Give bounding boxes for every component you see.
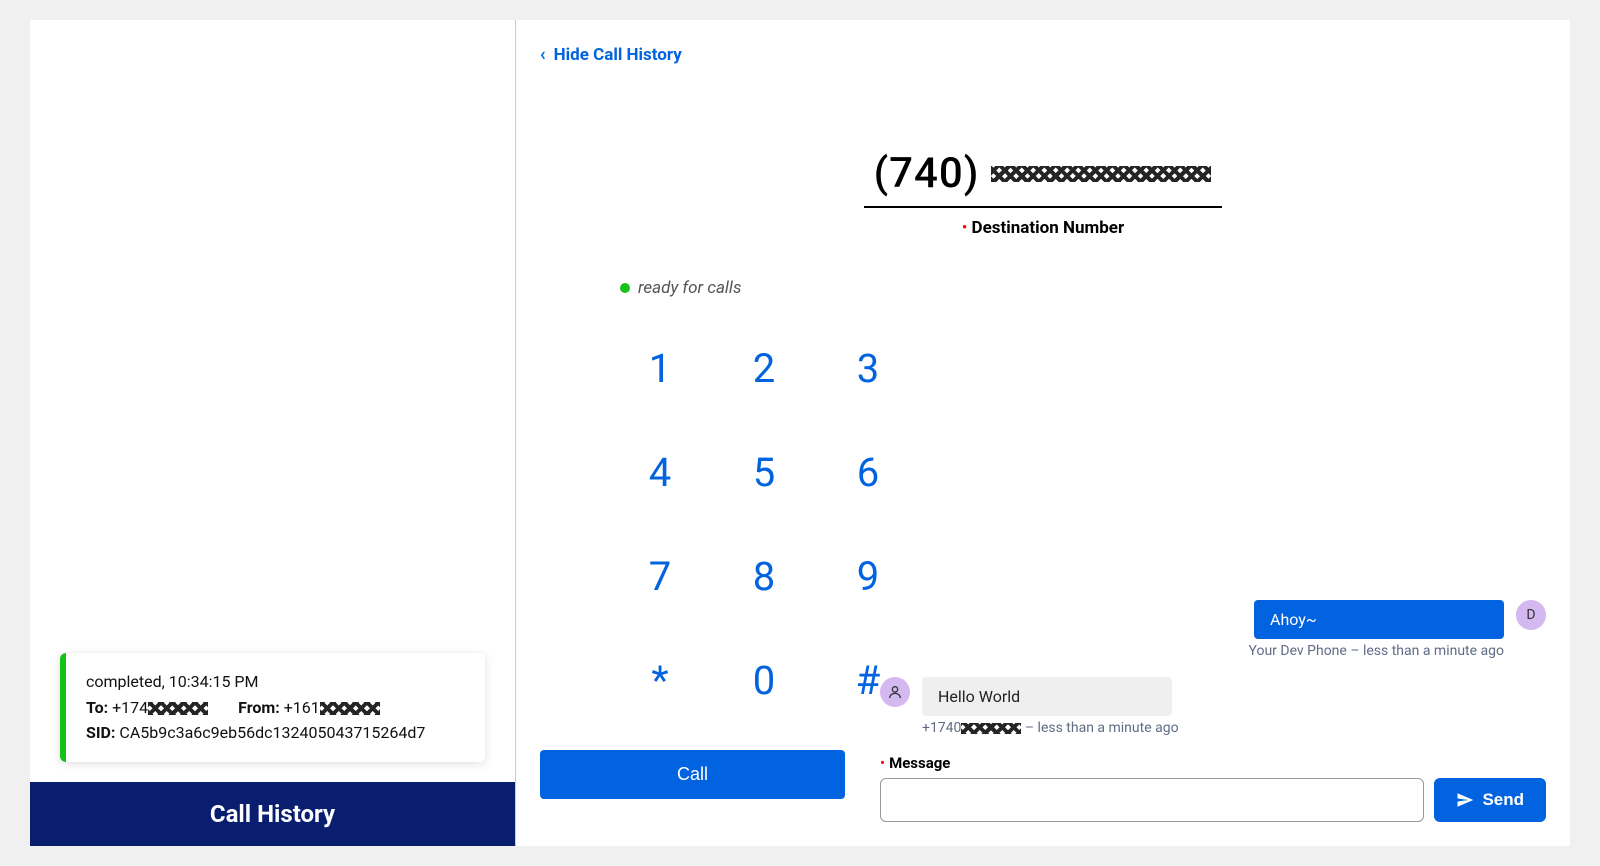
received-message-bubble: Hello World <box>922 677 1172 716</box>
redacted-destination <box>991 166 1211 182</box>
sent-message-row: Ahoy~ D <box>880 600 1546 639</box>
sent-message-meta: Your Dev Phone – less than a minute ago <box>880 643 1546 659</box>
message-input[interactable] <box>880 778 1424 822</box>
to-value: +174 <box>112 698 148 717</box>
avatar-sent: D <box>1516 600 1546 630</box>
call-history-panel: completed, 10:34:15 PM To: +174 From: +1… <box>30 20 516 846</box>
main-panel: ‹ Hide Call History (740) •Destination N… <box>516 20 1570 846</box>
message-input-row: Send <box>880 778 1546 822</box>
destination-prefix: (740) <box>874 149 980 198</box>
call-button[interactable]: Call <box>540 750 845 799</box>
call-from: From: +161 <box>238 695 380 721</box>
from-value: +161 <box>284 698 320 717</box>
chevron-left-icon: ‹ <box>540 44 546 65</box>
send-label: Send <box>1482 790 1524 810</box>
send-icon <box>1456 791 1474 809</box>
call-history-body: completed, 10:34:15 PM To: +174 From: +1… <box>30 20 515 782</box>
status-dot-icon <box>620 283 630 293</box>
hide-history-label: Hide Call History <box>554 45 682 65</box>
dialpad-key-7[interactable]: 7 <box>620 526 700 626</box>
call-status-line: completed, 10:34:15 PM <box>86 669 465 695</box>
call-to: To: +174 <box>86 695 208 721</box>
status-text: ready for calls <box>638 278 741 298</box>
call-sid: SID: CA5b9c3a6c9eb56dc132405043715264d7 <box>86 720 465 746</box>
redacted-number <box>148 702 208 715</box>
message-label: •Message <box>880 754 1546 772</box>
dialpad-key-5[interactable]: 5 <box>724 422 804 522</box>
dialpad-key-0[interactable]: 0 <box>724 630 804 730</box>
received-message-meta: +1740 – less than a minute ago <box>880 720 1546 736</box>
dialpad-key-2[interactable]: 2 <box>724 318 804 418</box>
status-line: ready for calls <box>620 278 850 298</box>
main-row: ready for calls 1 2 3 4 5 6 7 8 9 * 0 # … <box>540 278 1546 822</box>
call-history-footer[interactable]: Call History <box>30 782 515 846</box>
destination-section: (740) •Destination Number <box>540 145 1546 238</box>
destination-label: •Destination Number <box>540 218 1546 238</box>
dialer-column: ready for calls 1 2 3 4 5 6 7 8 9 * 0 # … <box>540 278 850 822</box>
received-message-row: Hello World <box>880 677 1546 716</box>
dialpad-key-1[interactable]: 1 <box>620 318 700 418</box>
sent-message-bubble: Ahoy~ <box>1254 600 1504 639</box>
dialpad-key-4[interactable]: 4 <box>620 422 700 522</box>
call-history-card[interactable]: completed, 10:34:15 PM To: +174 From: +1… <box>60 653 485 762</box>
sid-label: SID: <box>86 723 115 742</box>
dialpad-key-star[interactable]: * <box>620 630 700 730</box>
send-button[interactable]: Send <box>1434 778 1546 822</box>
dialpad-key-8[interactable]: 8 <box>724 526 804 626</box>
from-label: From: <box>238 698 280 717</box>
required-indicator: • <box>880 754 885 772</box>
person-icon <box>887 684 903 700</box>
required-indicator: • <box>962 218 968 238</box>
redacted-number <box>961 723 1021 734</box>
redacted-number <box>320 702 380 715</box>
messaging-column: Ahoy~ D Your Dev Phone – less than a min… <box>880 278 1546 822</box>
avatar-received <box>880 677 910 707</box>
dialpad: 1 2 3 4 5 6 7 8 9 * 0 # <box>620 318 850 730</box>
hide-call-history-link[interactable]: ‹ Hide Call History <box>540 20 1546 75</box>
to-label: To: <box>86 698 108 717</box>
app-container: completed, 10:34:15 PM To: +174 From: +1… <box>30 20 1570 846</box>
sid-value: CA5b9c3a6c9eb56dc132405043715264d7 <box>119 723 425 742</box>
